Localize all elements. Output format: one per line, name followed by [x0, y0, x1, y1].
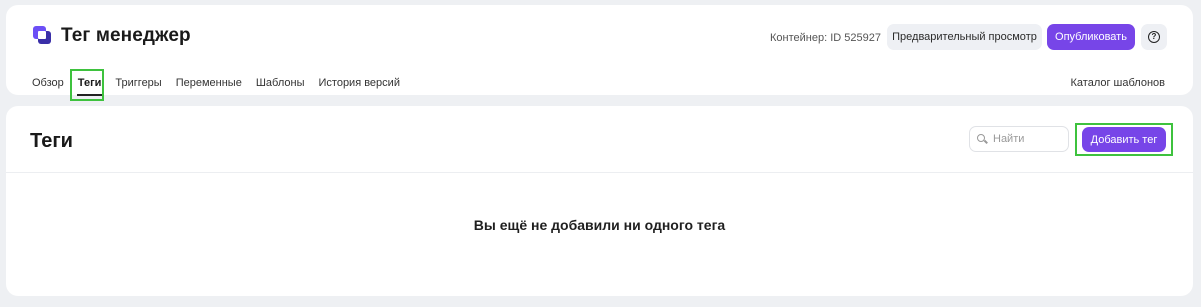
search-box[interactable]	[969, 126, 1069, 152]
publish-button[interactable]: Опубликовать	[1047, 24, 1135, 50]
help-button[interactable]: ?	[1141, 24, 1167, 50]
search-icon	[977, 134, 988, 144]
app-title: Тег менеджер	[61, 25, 191, 46]
add-tag-button[interactable]: Добавить тег	[1082, 127, 1166, 152]
tab-version-history[interactable]: История версий	[319, 77, 400, 89]
tag-manager-logo-icon	[33, 26, 53, 46]
tab-tags[interactable]: Теги	[76, 77, 103, 96]
page-title: Теги	[30, 130, 73, 152]
template-catalog-link[interactable]: Каталог шаблонов	[1071, 77, 1166, 89]
empty-state-message: Вы ещё не добавили ни одного тега	[473, 217, 726, 233]
container-id: Контейнер: ID 525927	[770, 32, 881, 44]
help-icon: ?	[1148, 31, 1160, 43]
tab-variables[interactable]: Переменные	[176, 77, 242, 89]
search-input[interactable]	[993, 133, 1063, 145]
app-logo[interactable]: Тег менеджер	[33, 25, 191, 47]
tab-triggers[interactable]: Триггеры	[115, 77, 161, 89]
tab-overview[interactable]: Обзор	[32, 77, 64, 89]
tab-templates[interactable]: Шаблоны	[256, 77, 305, 89]
divider	[6, 172, 1193, 173]
tags-panel: Теги Добавить тег Вы ещё не добавили ни …	[6, 106, 1193, 296]
preview-button[interactable]: Предварительный просмотр	[887, 24, 1042, 50]
nav-tabs: Обзор Теги Триггеры Переменные Шаблоны И…	[32, 77, 414, 96]
header-card: Тег менеджер Контейнер: ID 525927 Предва…	[6, 5, 1193, 101]
